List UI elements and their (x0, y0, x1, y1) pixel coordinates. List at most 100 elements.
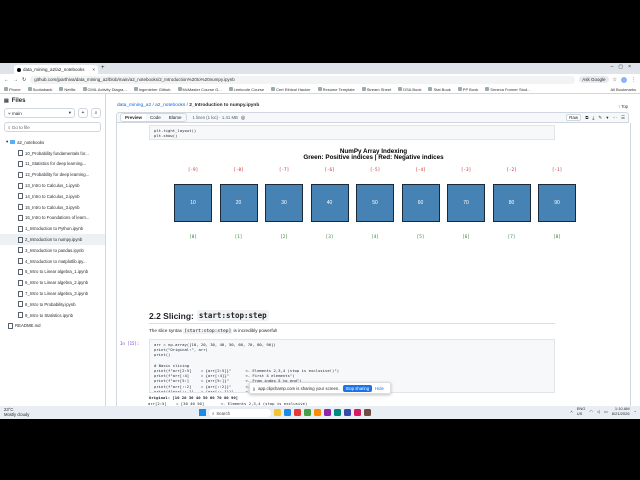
breadcrumb-repo[interactable]: data_mining_a2 (117, 103, 151, 108)
tree-file[interactable]: README.md (0, 321, 105, 332)
bookmark-item[interactable]: DSA Book (398, 87, 421, 92)
tab-blame[interactable]: Blame (164, 114, 186, 121)
panel-toggle-icon[interactable]: ▤ (4, 98, 9, 104)
more-icon[interactable]: ⋯ (612, 115, 617, 121)
forward-icon[interactable]: → (13, 77, 18, 83)
file-icon (18, 214, 23, 221)
bookmark-item[interactable]: PP Book (457, 87, 478, 92)
add-file-button[interactable]: + (78, 108, 88, 118)
region-text: US (576, 410, 583, 416)
close-icon[interactable]: × (92, 67, 95, 72)
bookmark-item[interactable]: Cert Ethical Hacker (271, 87, 311, 92)
reload-icon[interactable]: ↻ (22, 77, 26, 83)
bookmark-item[interactable]: Leetcode Course (228, 87, 264, 92)
taskbar-app-icon[interactable] (314, 409, 321, 416)
back-icon[interactable]: ← (4, 77, 9, 83)
taskbar-app-icon[interactable] (324, 409, 331, 416)
folder-label: a2_notebooks (17, 139, 45, 145)
bookmark-label: McMaster Course G... (182, 86, 222, 92)
notification-icon[interactable]: ◔ (634, 409, 636, 414)
bookmark-item[interactable]: Scotiabank (27, 87, 52, 92)
symbols-icon[interactable]: ☰ (621, 115, 625, 121)
search-button[interactable]: ⌕ (91, 108, 101, 118)
bookmark-item[interactable]: Stream Sheet (361, 87, 391, 92)
bookmark-label: Ingenieher Github (138, 86, 171, 92)
breadcrumb-folder[interactable]: a2_notebooks (155, 103, 185, 108)
taskbar-app-icon[interactable] (284, 409, 291, 416)
wifi-icon[interactable]: ◠ (589, 409, 593, 414)
bookmark-item[interactable]: Seneca Former Stud... (485, 87, 531, 92)
tree-file[interactable]: 6_Intro to Linear algebra_2.ipynb (0, 277, 105, 288)
windows-start-icon[interactable] (199, 409, 206, 416)
file-label: 14_Intro to Calculus_2.ipynb (25, 193, 80, 199)
weather-widget[interactable]: 23°C Mostly cloudy (4, 407, 30, 417)
top-link[interactable]: ↑ Top (618, 104, 628, 109)
clock[interactable]: 1:10 AM 8/21/2026 (612, 406, 630, 416)
browser-tab[interactable]: data_mining_a2/a2_notebooks × (14, 65, 98, 74)
address-bar[interactable]: github.com/jparthiva/data_mining_a2/blob… (30, 75, 576, 84)
bookmark-item[interactable]: Netflix (59, 87, 76, 92)
download-icon[interactable]: ⤓ (592, 115, 594, 120)
tree-file[interactable]: 5_Intro to Linear algebra_1.ipynb (0, 267, 105, 278)
tree-file[interactable]: 7_Intro to Linear algebra_3.ipynb (0, 288, 105, 299)
tab-code[interactable]: Code (146, 114, 165, 121)
tree-file[interactable]: 4_Introduction to matplotlib.ipy... (0, 256, 105, 267)
language-indicator[interactable]: ENG US (576, 406, 586, 416)
file-label: 7_Intro to Linear algebra_3.ipynb (25, 291, 89, 297)
hide-button[interactable]: Hide (375, 386, 384, 391)
stop-sharing-button[interactable]: Stop sharing (342, 384, 373, 392)
taskbar-app-icon[interactable] (334, 409, 341, 416)
tree-file[interactable]: 1_Introduction to Python.ipynb (0, 223, 105, 234)
bookmark-icon (317, 87, 322, 91)
tree-file[interactable]: 13_Intro to Calculus_1.ipynb (0, 180, 105, 191)
tree-file[interactable]: 16_Intro to Foundations of learn... (0, 213, 105, 224)
weather-desc: Mostly cloudy (4, 411, 30, 417)
new-tab-icon[interactable]: + (101, 65, 105, 71)
raw-button[interactable]: Raw (566, 114, 582, 121)
taskbar-app-icon[interactable] (354, 409, 361, 416)
tree-folder[interactable]: ▾ a2_notebooks (0, 137, 105, 148)
tree-file[interactable]: 9_Intro to Statistics.ipynb (0, 310, 105, 321)
tree-file-active[interactable]: 2_Introduction to numpy.ipynb (0, 234, 105, 245)
chevron-up-icon[interactable]: ˄ (570, 409, 572, 414)
tree-file[interactable]: 12_Probability for deep learning... (0, 169, 105, 180)
star-icon[interactable]: ☆ (613, 77, 617, 83)
tree-file[interactable]: 11_Statistics for deep learning... (0, 159, 105, 170)
window-controls[interactable]: –▢× (611, 64, 636, 70)
battery-icon[interactable]: ▭ (604, 409, 608, 414)
taskbar-app-icon[interactable] (294, 409, 301, 416)
chevron-down-icon[interactable]: ▾ (606, 115, 608, 121)
bookmark-item[interactable]: CMIL Activity Diagra... (82, 87, 127, 92)
tab-title: data_mining_a2/a2_notebooks (23, 67, 85, 72)
tab-preview[interactable]: Preview (121, 114, 147, 121)
all-bookmarks[interactable]: All Bookmarks (610, 87, 636, 92)
tree-file[interactable]: 15_Intro to Calculus_3.ipynb (0, 202, 105, 213)
bookmark-item[interactable]: Phone (4, 87, 21, 92)
go-to-file-input[interactable]: ⌕ Go to file (4, 122, 101, 132)
bookmark-item[interactable]: Stat Book (428, 87, 451, 92)
volume-icon[interactable]: ◁ (597, 409, 600, 414)
tree-file[interactable]: 8_Intro to Probability.ipynb (0, 299, 105, 310)
taskbar-app-icon[interactable] (364, 409, 371, 416)
bookmark-item[interactable]: Resume Template (317, 87, 355, 92)
edit-icon[interactable]: ✎ (598, 115, 602, 121)
taskbar-app-icon[interactable] (274, 409, 281, 416)
taskbar-app-icon[interactable] (304, 409, 311, 416)
code-cell-top: plt.tight_layout() plt.show() (149, 125, 555, 140)
file-icon (18, 193, 23, 200)
ask-google-button[interactable]: Ask Google (579, 76, 609, 83)
bookmark-item[interactable]: Ingenieher Github (133, 86, 171, 92)
bookmark-icon (485, 87, 490, 91)
heading-code: start:stop:step (196, 310, 269, 321)
bookmark-item[interactable]: McMaster Course G... (177, 86, 222, 92)
taskbar-search[interactable]: ⌕ Search (209, 409, 271, 417)
copilot-icon[interactable]: ◎ (241, 115, 245, 121)
tree-file[interactable]: 3_Introduction to pandas.ipynb (0, 245, 105, 256)
profile-avatar[interactable] (621, 76, 627, 83)
copy-icon[interactable]: ⧉ (585, 115, 588, 120)
tree-file[interactable]: 10_Probability fundamentals for... (0, 148, 105, 159)
tree-file[interactable]: 14_Intro to Calculus_2.ipynb (0, 191, 105, 202)
taskbar-app-icon[interactable] (344, 409, 351, 416)
menu-icon[interactable]: ⋮ (631, 77, 636, 83)
branch-selector[interactable]: ⑂ main ▾ (4, 108, 75, 118)
